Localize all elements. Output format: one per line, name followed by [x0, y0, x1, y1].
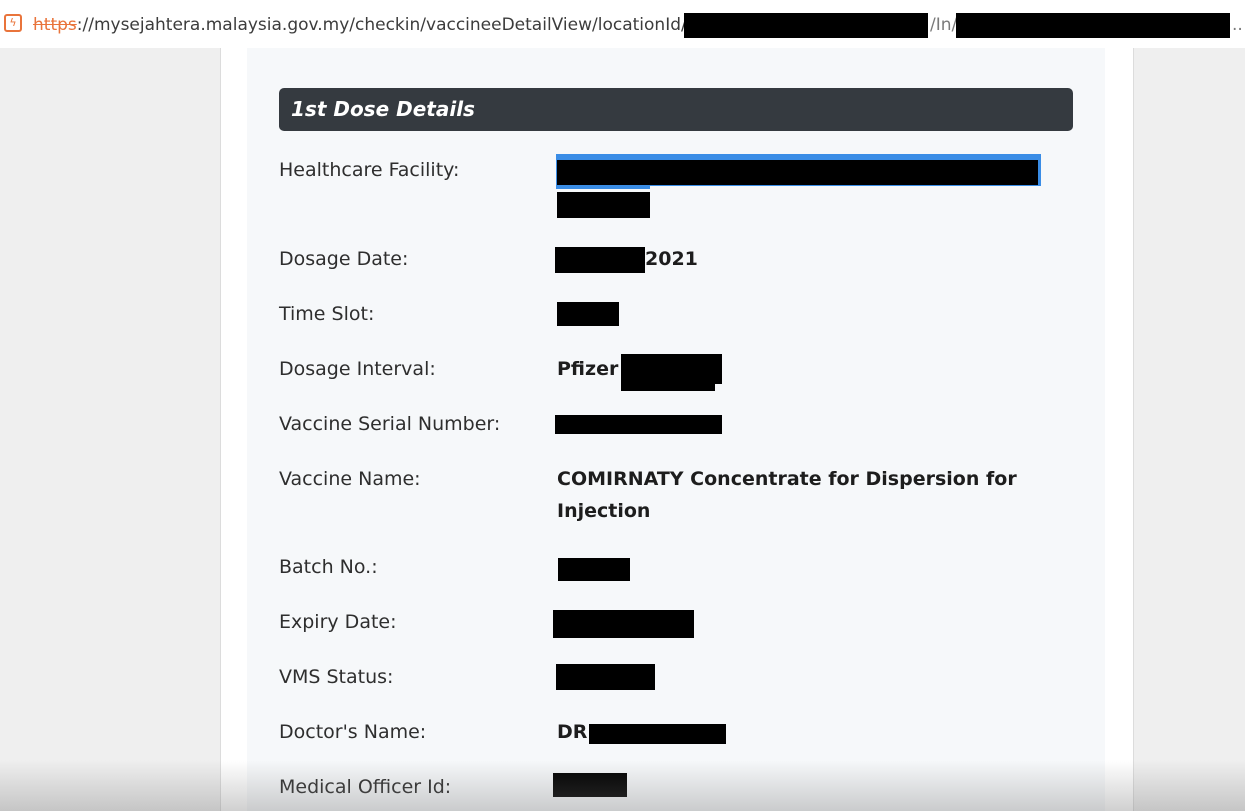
expiry-date-redaction	[553, 610, 694, 638]
vaccine-serial-label: Vaccine Serial Number:	[279, 413, 501, 435]
medical-officer-redaction	[553, 773, 627, 797]
url-redaction-location-id	[684, 13, 928, 38]
healthcare-facility-redaction-line2	[557, 192, 650, 218]
vaccine-name-label: Vaccine Name:	[279, 468, 421, 490]
url-separator: ://	[76, 15, 94, 35]
dosage-date-value: 2021	[645, 248, 698, 270]
not-secure-icon[interactable]: ϟ	[4, 14, 22, 32]
url-path: /checkin/vaccineeDetailView/locationId/	[349, 15, 687, 35]
url-redaction-id	[956, 13, 1230, 38]
dosage-interval-value: Pfizer	[557, 358, 619, 380]
dosage-interval-label: Dosage Interval:	[279, 358, 436, 380]
time-slot-label: Time Slot:	[279, 303, 375, 325]
url-scheme: https	[33, 15, 77, 35]
url-text[interactable]: https://mysejahtera.malaysia.gov.my/chec…	[33, 14, 687, 36]
vms-status-label: VMS Status:	[279, 666, 394, 688]
card-header-title: 1st Dose Details	[279, 88, 1073, 131]
browser-address-bar[interactable]: ϟ https://mysejahtera.malaysia.gov.my/ch…	[0, 0, 1245, 48]
vms-status-redaction	[556, 664, 655, 690]
dosage-interval-redaction-tail	[621, 382, 715, 391]
doctor-name-redaction	[589, 724, 726, 744]
dosage-date-redaction	[555, 247, 645, 273]
vaccine-name-line1: COMIRNATY Concentrate for Dispersion for	[557, 468, 1017, 490]
time-slot-redaction	[557, 302, 619, 326]
doctor-name-value: DR	[557, 721, 588, 743]
page-left-gutter	[0, 48, 220, 811]
dosage-interval-redaction	[621, 354, 722, 384]
healthcare-facility-label: Healthcare Facility:	[279, 159, 460, 181]
url-mid-segment: /In/	[930, 15, 958, 35]
vaccine-name-line2: Injection	[557, 500, 651, 522]
url-host: mysejahtera.malaysia.gov.my	[93, 15, 350, 35]
doctor-name-label: Doctor's Name:	[279, 721, 427, 743]
expiry-date-label: Expiry Date:	[279, 611, 397, 633]
url-ellipsis: ..	[1232, 15, 1243, 35]
dosage-date-label: Dosage Date:	[279, 248, 409, 270]
vaccine-serial-redaction	[555, 415, 722, 434]
healthcare-facility-selection-line2	[556, 185, 650, 189]
medical-officer-label: Medical Officer Id:	[279, 776, 452, 798]
batch-no-redaction	[558, 558, 630, 581]
batch-no-label: Batch No.:	[279, 556, 378, 578]
healthcare-facility-redaction-line1	[557, 160, 1038, 185]
